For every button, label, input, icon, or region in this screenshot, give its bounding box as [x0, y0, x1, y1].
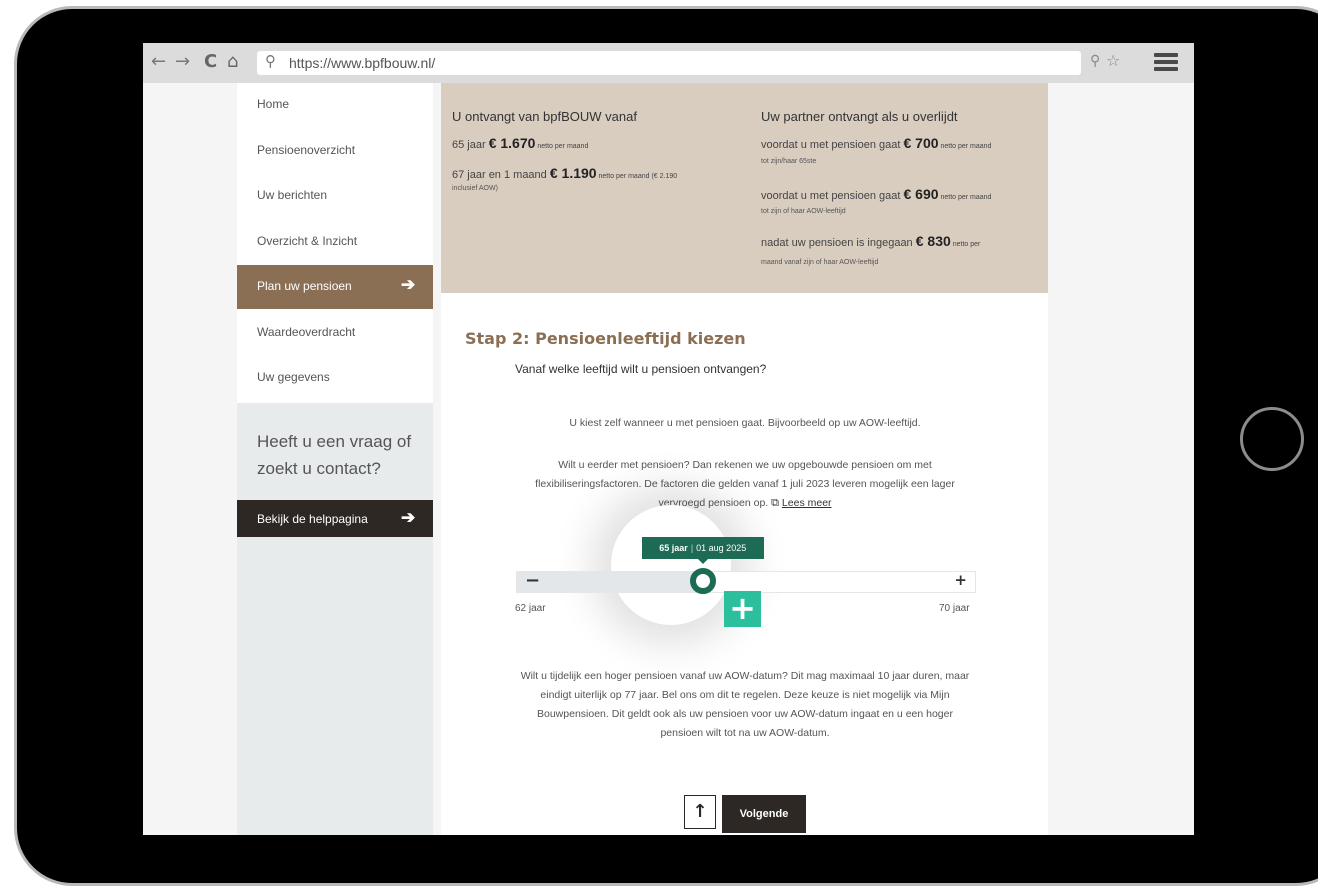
slider-increase-button[interactable]: + [954, 571, 967, 589]
info-paragraph-1: U kiest zelf wanneer u met pensioen gaat… [569, 417, 921, 429]
left-line-2: 67 jaar en 1 maand € 1.190 netto per maa… [452, 165, 678, 181]
sidebar-item-label: Overzicht & Inzicht [257, 234, 358, 248]
reload-icon[interactable]: C [204, 51, 217, 73]
age-slider-fill [517, 572, 704, 592]
browser-window: ← → C ⌂ ⚲ https://www.bpfbouw.nl/ ⚲ ☆ Ho… [143, 43, 1194, 835]
right-line-1: voordat u met pensioen gaat € 700 netto … [761, 135, 992, 151]
left-line-1: 65 jaar € 1.670 netto per maand [452, 135, 589, 151]
right-heading: Uw partner ontvangt als u overlijdt [761, 109, 958, 124]
sidebar-item-uw-gegevens[interactable]: Uw gegevens [237, 356, 433, 400]
url-text: https://www.bpfbouw.nl/ [289, 55, 436, 71]
help-button-label: Bekijk de helppagina [257, 512, 368, 526]
slider-decrease-button[interactable]: − [525, 570, 540, 591]
back-icon[interactable]: ← [151, 51, 166, 73]
sidebar-item-label: Plan uw pensioen [257, 279, 352, 293]
search-icon: ⚲ [265, 52, 276, 70]
bookmark-star-icon[interactable]: ☆ [1106, 51, 1120, 70]
sidebar-item-plan-uw-pensioen[interactable]: Plan uw pensioen ➔ [237, 265, 433, 309]
step-question: Vanaf welke leeftijd wilt u pensioen ont… [515, 362, 767, 376]
sidebar-item-pensioenoverzicht[interactable]: Pensioenoverzicht [237, 129, 433, 173]
step-title: Stap 2: Pensioenleeftijd kiezen [465, 329, 746, 348]
right-line-2-sub: tot zijn of haar AOW-leeftijd [761, 208, 846, 215]
tooltip-pointer [697, 559, 708, 564]
info-paragraph-3: Wilt u tijdelijk een hoger pensioen vana… [520, 670, 970, 739]
slider-max-label: 70 jaar [939, 603, 970, 614]
help-box: Heeft u een vraag of zoekt u contact? [237, 411, 433, 501]
scroll-up-button[interactable]: ↑ [684, 795, 716, 829]
help-page-button[interactable]: Bekijk de helppagina ➔ [237, 500, 433, 537]
sidebar-item-waardeoverdracht[interactable]: Waardeoverdracht [237, 311, 433, 355]
sidebar-item-label: Home [257, 97, 290, 111]
pension-summary: U ontvangt van bpfBOUW vanaf 65 jaar € 1… [441, 83, 1048, 293]
home-icon[interactable]: ⌂ [227, 51, 238, 73]
right-line-2: voordat u met pensioen gaat € 690 netto … [761, 186, 992, 202]
plus-badge-icon: + [724, 591, 761, 627]
next-button[interactable]: Volgende [722, 795, 806, 833]
sidebar-item-berichten[interactable]: Uw berichten [237, 174, 433, 218]
sidebar-item-label: Pensioenoverzicht [257, 143, 356, 157]
spotlight-highlight [611, 505, 731, 625]
arrow-right-icon: ➔ [401, 275, 416, 294]
page-content: Home Pensioenoverzicht Uw berichten Over… [143, 83, 1194, 835]
right-line-1-sub: tot zijn/haar 65ste [761, 158, 817, 165]
lees-meer-link[interactable]: Lees meer [782, 497, 832, 509]
help-question: Heeft u een vraag of zoekt u contact? [257, 432, 412, 478]
arrow-right-icon: ➔ [401, 508, 416, 527]
right-line-3-sub: maand vanaf zijn of haar AOW-leeftijd [761, 259, 879, 266]
sidebar-item-overzicht-inzicht[interactable]: Overzicht & Inzicht [237, 220, 433, 264]
left-line-2-sub: inclusief AOW) [452, 185, 498, 192]
age-slider-handle[interactable] [689, 568, 716, 594]
slider-min-label: 62 jaar [515, 603, 546, 614]
tablet-home-button[interactable] [1240, 407, 1304, 471]
sidebar-nav: Home Pensioenoverzicht Uw berichten Over… [237, 83, 433, 403]
right-line-3: nadat uw pensioen is ingegaan € 830 nett… [761, 233, 981, 249]
sidebar-item-home[interactable]: Home [237, 83, 433, 127]
slider-value-tooltip: 65 jaar | 01 aug 2025 [641, 537, 764, 559]
main-panel: U ontvangt van bpfBOUW vanaf 65 jaar € 1… [441, 83, 1048, 835]
info-paragraph-2: Wilt u eerder met pensioen? Dan rekenen … [517, 456, 973, 513]
hamburger-menu-icon[interactable] [1154, 53, 1178, 74]
left-heading: U ontvangt van bpfBOUW vanaf [452, 109, 637, 124]
sidebar-item-label: Uw gegevens [257, 370, 330, 384]
sidebar: Home Pensioenoverzicht Uw berichten Over… [237, 83, 433, 835]
external-link-icon: ⧉ [771, 497, 779, 509]
sidebar-item-label: Waardeoverdracht [257, 325, 356, 339]
sidebar-item-label: Uw berichten [257, 188, 328, 202]
address-bar[interactable]: ⚲ https://www.bpfbouw.nl/ [257, 51, 1081, 75]
forward-icon[interactable]: → [175, 51, 190, 73]
browser-toolbar: ← → C ⌂ ⚲ https://www.bpfbouw.nl/ ⚲ ☆ [143, 43, 1194, 83]
zoom-icon[interactable]: ⚲ [1090, 53, 1100, 69]
